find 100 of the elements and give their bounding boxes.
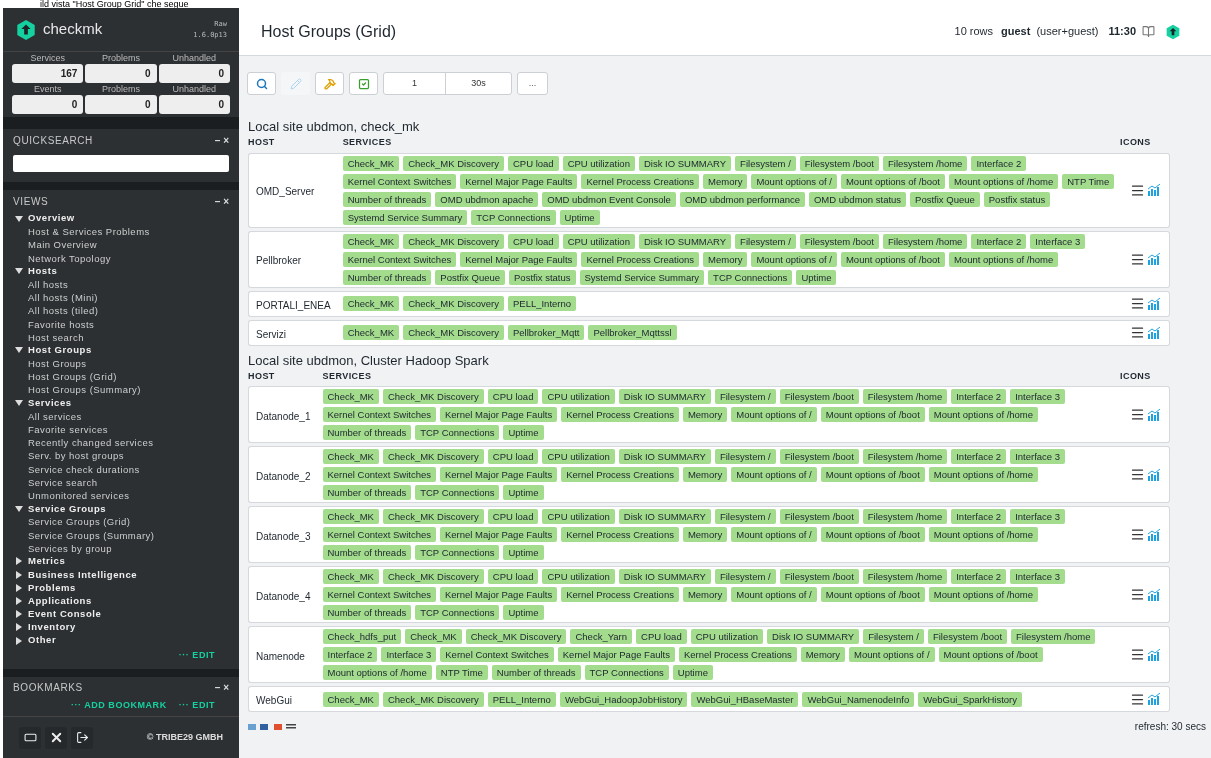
service-tag[interactable]: Interface 3 xyxy=(381,647,437,662)
service-tag[interactable]: TCP Connections xyxy=(415,485,500,500)
service-tag[interactable]: Kernel Context Switches xyxy=(342,251,457,267)
service-tag[interactable]: Kernel Major Page Faults xyxy=(440,587,558,602)
view-category[interactable]: Inventory xyxy=(28,620,76,635)
service-tag[interactable]: CPU utilization xyxy=(690,629,763,644)
service-tag[interactable]: Check_MK Discovery xyxy=(403,233,504,249)
service-tag[interactable]: Filesystem /boot xyxy=(779,509,859,524)
service-tag[interactable]: Kernel Major Page Faults xyxy=(460,251,578,267)
menu-icon[interactable] xyxy=(1130,407,1145,422)
section-controls[interactable]: – × xyxy=(214,132,229,148)
service-tag[interactable]: Mount options of /home xyxy=(928,407,1039,422)
service-tag[interactable]: Filesystem / xyxy=(863,629,924,644)
collapsed-triangle-icon[interactable] xyxy=(15,557,23,566)
service-tag[interactable]: Kernel Major Page Faults xyxy=(440,407,558,422)
service-tag[interactable]: Filesystem / xyxy=(714,569,776,584)
edit-link[interactable]: ··· EDIT xyxy=(178,649,215,663)
service-tag[interactable]: Interface 2 xyxy=(971,155,1027,171)
service-tag[interactable]: Mount options of /home xyxy=(948,251,1059,267)
service-tag[interactable]: Postfix status xyxy=(509,269,576,285)
service-tag[interactable]: Mount options of /boot xyxy=(820,527,925,542)
service-tag[interactable]: Mount options of /boot xyxy=(820,587,925,602)
service-tag[interactable]: Memory xyxy=(682,527,728,542)
host-name[interactable]: Servizi xyxy=(256,328,286,340)
expanded-triangle-icon[interactable] xyxy=(15,399,23,408)
service-tag[interactable]: Kernel Context Switches xyxy=(322,467,436,482)
service-tag[interactable]: Check_MK xyxy=(342,296,400,311)
service-tag[interactable]: Filesystem /boot xyxy=(799,233,879,249)
service-tag[interactable]: Interface 2 xyxy=(322,647,378,662)
expanded-triangle-icon[interactable] xyxy=(15,214,23,223)
service-tag[interactable]: NTP Time xyxy=(1062,173,1115,189)
service-tag[interactable]: Filesystem /home xyxy=(1011,629,1096,644)
service-tag[interactable]: Filesystem / xyxy=(735,155,796,171)
collapsed-triangle-icon[interactable] xyxy=(15,623,23,632)
service-tag[interactable]: Pellbroker_Mqttssl xyxy=(588,325,677,340)
service-tag[interactable]: Mount options of / xyxy=(731,587,817,602)
service-tag[interactable]: Kernel Context Switches xyxy=(342,173,457,189)
service-tag[interactable]: Postfix Queue xyxy=(910,191,980,207)
view-link[interactable]: Favorite hosts xyxy=(15,317,239,331)
add-bookmark-link[interactable]: ··· ADD BOOKMARK xyxy=(70,698,167,713)
view-link[interactable]: Favorite services xyxy=(15,423,239,437)
view-category[interactable]: Hosts xyxy=(28,264,58,279)
service-tag[interactable]: Interface 3 xyxy=(1010,449,1065,464)
service-tag[interactable]: Mount options of /home xyxy=(928,527,1039,542)
service-tag[interactable]: Systemd Service Summary xyxy=(579,269,705,285)
host-name[interactable]: Namenode xyxy=(256,650,305,662)
host-name[interactable]: OMD_Server xyxy=(256,186,315,197)
service-tag[interactable]: Mount options of /home xyxy=(948,173,1059,189)
service-tag[interactable]: Check_MK xyxy=(322,691,379,707)
view-link[interactable]: Host & Services Problems xyxy=(15,225,239,239)
service-tag[interactable]: Uptime xyxy=(796,269,837,285)
service-tag[interactable]: Mount options of / xyxy=(849,647,935,662)
service-tag[interactable]: Filesystem / xyxy=(714,389,776,404)
service-tag[interactable]: Uptime xyxy=(503,605,544,620)
service-tag[interactable]: TCP Connections xyxy=(415,545,500,560)
service-tag[interactable]: Uptime xyxy=(559,209,600,225)
service-tag[interactable]: WebGui_SparkHistory xyxy=(918,691,1023,707)
view-link[interactable]: Main Overview xyxy=(15,238,239,252)
service-tag[interactable]: Disk IO SUMMARY xyxy=(618,449,711,464)
service-tag[interactable]: Number of threads xyxy=(322,425,412,440)
service-tag[interactable]: Uptime xyxy=(672,665,713,680)
view-link[interactable]: Service search xyxy=(15,475,239,489)
service-tag[interactable]: Kernel Process Creations xyxy=(679,647,797,662)
view-category[interactable]: Host Groups xyxy=(28,343,92,358)
service-tag[interactable]: Filesystem /home xyxy=(862,569,948,584)
view-link[interactable]: Host Groups (Summary) xyxy=(15,383,239,397)
service-tag[interactable]: Uptime xyxy=(503,485,544,500)
service-tag[interactable]: TCP Connections xyxy=(471,209,556,225)
view-link[interactable]: All hosts (Mini) xyxy=(15,291,239,305)
service-tag[interactable]: PELL_Interno xyxy=(487,691,556,707)
view-category[interactable]: Other xyxy=(28,633,57,648)
service-tag[interactable]: Check_MK Discovery xyxy=(403,296,504,311)
service-tag[interactable]: WebGui_NamenodeInfo xyxy=(802,691,915,707)
service-tag[interactable]: CPU utilization xyxy=(542,569,615,584)
service-tag[interactable]: PELL_Interno xyxy=(507,296,577,311)
service-tag[interactable]: TCP Connections xyxy=(584,665,669,680)
menu-icon[interactable] xyxy=(1130,296,1145,311)
service-tag[interactable]: CPU load xyxy=(487,509,539,524)
service-tag[interactable]: Interface 2 xyxy=(951,509,1007,524)
service-tag[interactable]: Filesystem /boot xyxy=(779,569,859,584)
collapsed-triangle-icon[interactable] xyxy=(15,570,23,579)
service-tag[interactable]: Disk IO SUMMARY xyxy=(618,509,711,524)
service-tag[interactable]: CPU load xyxy=(507,233,559,249)
book-icon[interactable] xyxy=(1142,25,1155,38)
service-tag[interactable]: Check_hdfs_put xyxy=(322,629,402,644)
service-tag[interactable]: Memory xyxy=(682,587,728,602)
service-tag[interactable]: Kernel Context Switches xyxy=(322,587,436,602)
service-tag[interactable]: TCP Connections xyxy=(415,425,500,440)
section-controls[interactable]: – × xyxy=(214,193,229,209)
service-tag[interactable]: Mount options of /boot xyxy=(820,467,925,482)
service-tag[interactable]: Kernel Major Page Faults xyxy=(557,647,675,662)
service-tag[interactable]: Check_Yarn xyxy=(570,629,633,644)
service-tag[interactable]: Check_MK Discovery xyxy=(382,691,484,707)
service-tag[interactable]: Check_MK xyxy=(322,449,379,464)
service-tag[interactable]: Interface 3 xyxy=(1010,509,1065,524)
service-tag[interactable]: TCP Connections xyxy=(708,269,793,285)
service-tag[interactable]: Number of threads xyxy=(322,605,412,620)
expanded-triangle-icon[interactable] xyxy=(15,267,23,276)
host-name[interactable]: Datanode_2 xyxy=(256,470,311,482)
service-tag[interactable]: Mount options of / xyxy=(731,407,817,422)
